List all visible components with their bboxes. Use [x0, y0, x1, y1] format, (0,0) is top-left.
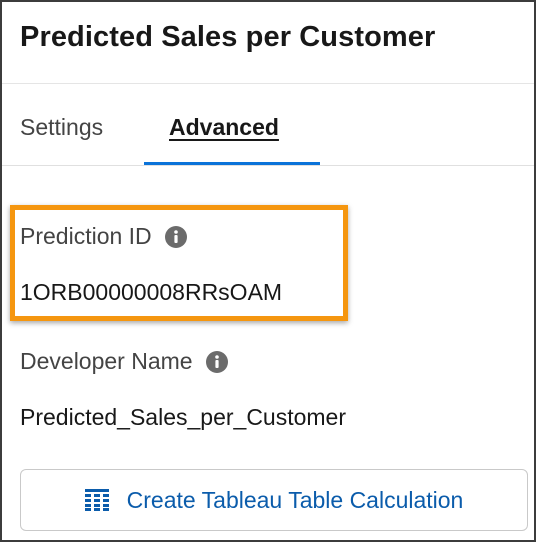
- tabs-divider: [2, 165, 534, 166]
- panel: Predicted Sales per Customer Settings Ad…: [0, 0, 536, 542]
- table-icon: [84, 489, 109, 511]
- developer-name-value: Predicted_Sales_per_Customer: [20, 404, 347, 430]
- tab-bar: Settings Advanced: [2, 84, 534, 166]
- info-icon[interactable]: [205, 350, 228, 373]
- create-tableau-table-calculation-button[interactable]: Create Tableau Table Calculation: [20, 469, 528, 531]
- highlight-box: [10, 205, 348, 321]
- tab-advanced[interactable]: Advanced: [169, 114, 279, 141]
- developer-name-label: Developer Name: [20, 348, 228, 375]
- panel-title: Predicted Sales per Customer: [20, 21, 436, 53]
- developer-name-label-text: Developer Name: [20, 348, 193, 374]
- tab-settings[interactable]: Settings: [20, 114, 103, 141]
- create-calc-label: Create Tableau Table Calculation: [126, 486, 464, 513]
